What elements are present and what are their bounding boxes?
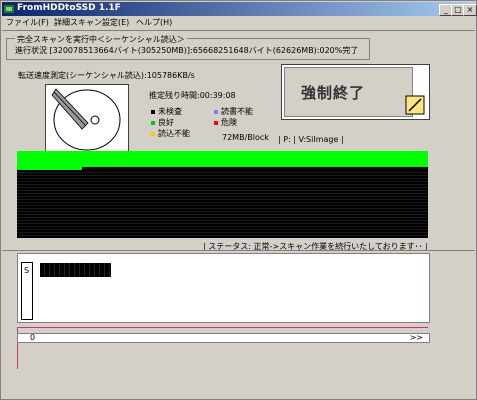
- menu-divider: [2, 30, 475, 31]
- scan-progress-group: 完全スキャンを実行中＜シーケンシャル読込＞ 進行状況 [320078513664…: [6, 34, 370, 60]
- remaining-time-text: 推定残り時間:00:39:08: [149, 91, 236, 100]
- unchecked-blocks: [17, 170, 428, 238]
- good-swatch: [151, 120, 155, 125]
- menu-help[interactable]: ヘルプ(H): [136, 17, 172, 28]
- progress-text: 進行状況 [320078513664バイト(305250MB)]:6566825…: [15, 46, 359, 55]
- unchecked-swatch: [151, 109, 155, 114]
- legend-label: 未検査: [158, 107, 182, 116]
- scan-block-map: [17, 151, 428, 238]
- window-title: FromHDDtoSSD 1.1F: [17, 3, 121, 13]
- drive-info-text: | P: | V:SiImage |: [278, 135, 344, 144]
- log-panel: S: [17, 253, 430, 323]
- menu-bar: ファイル(F) 詳細スキャン設定(E) ヘルプ(H): [2, 17, 475, 29]
- block-size-text: 72MB/Block: [222, 133, 269, 142]
- legend-label: 危険: [221, 118, 237, 127]
- log-s-box: S: [21, 262, 33, 320]
- position-bar: 0 >>: [17, 333, 430, 343]
- rw-error-swatch: [214, 109, 218, 114]
- menu-scan-settings[interactable]: 詳細スキャン設定(E): [54, 17, 129, 28]
- log-s-label: S: [24, 266, 30, 275]
- scanned-good-blocks: [17, 151, 428, 167]
- app-window: FromHDDtoSSD 1.1F _ □ × ファイル(F) 詳細スキャン設定…: [0, 0, 477, 400]
- accent-line-top: [17, 327, 428, 328]
- close-button[interactable]: ×: [463, 4, 477, 16]
- legend-unchecked: 未検査: [151, 106, 182, 117]
- scan-group-title: 完全スキャンを実行中＜シーケンシャル読込＞: [15, 34, 187, 45]
- force-stop-face: 強制終了: [284, 67, 413, 117]
- legend-unreadable: 読込不能: [151, 128, 190, 139]
- title-bar: FromHDDtoSSD 1.1F _ □ ×: [2, 2, 477, 16]
- notepad-icon: [405, 95, 425, 115]
- legend-label: 良好: [158, 118, 174, 127]
- next-button[interactable]: >>: [410, 333, 423, 342]
- log-current-block: [40, 263, 111, 277]
- unreadable-swatch: [151, 131, 155, 136]
- legend-danger: 危険: [214, 117, 237, 128]
- position-start-value: 0: [30, 333, 36, 342]
- force-stop-label: 強制終了: [301, 84, 366, 102]
- section-divider: [2, 250, 475, 251]
- force-stop-button[interactable]: 強制終了: [281, 64, 430, 120]
- legend-label: 読込不能: [158, 129, 190, 138]
- legend-label: 読書不能: [221, 107, 253, 116]
- danger-swatch: [214, 120, 218, 125]
- disk-image: [45, 84, 129, 156]
- transfer-speed-text: 転送速度測定(シーケンシャル読込):105786KB/s: [18, 71, 195, 80]
- app-icon: [4, 5, 14, 13]
- legend-good: 良好: [151, 117, 174, 128]
- hdd-icon: [51, 88, 121, 151]
- legend-rw-error: 読書不能: [214, 106, 253, 117]
- menu-file[interactable]: ファイル(F): [6, 17, 49, 28]
